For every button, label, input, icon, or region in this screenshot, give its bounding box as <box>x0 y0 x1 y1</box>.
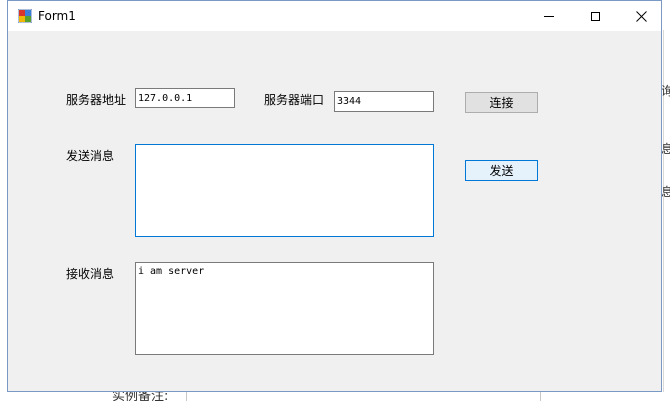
minimize-icon <box>544 15 554 17</box>
minimize-button[interactable] <box>526 1 572 31</box>
window-title: Form1 <box>38 9 76 23</box>
server-port-input[interactable] <box>334 91 434 112</box>
server-port-label: 服务器端口 <box>264 93 325 107</box>
close-button[interactable] <box>618 1 664 31</box>
background-divider <box>186 392 187 401</box>
maximize-icon <box>590 11 600 21</box>
background-right-text: 息 <box>661 185 670 199</box>
send-message-label: 发送消息 <box>66 149 115 163</box>
receive-message-textarea[interactable]: i am server <box>135 262 434 355</box>
background-right-text: 询 <box>661 84 670 98</box>
close-icon <box>635 10 647 22</box>
form-app-icon <box>18 9 32 23</box>
background-right-text: 息 <box>661 142 670 156</box>
send-button[interactable]: 发送 <box>465 160 538 181</box>
maximize-button[interactable] <box>572 1 618 31</box>
background-divider <box>540 392 541 401</box>
send-message-textarea[interactable] <box>135 144 434 237</box>
form1-window: Form1 服务器地址 服务器端口 连接 发送消息 发送 接收消息 i am s… <box>7 0 662 392</box>
server-address-input[interactable] <box>135 88 235 108</box>
connect-button[interactable]: 连接 <box>465 92 538 113</box>
receive-message-label: 接收消息 <box>66 267 115 281</box>
form-client-area: 服务器地址 服务器端口 连接 发送消息 发送 接收消息 i am server <box>8 31 661 391</box>
server-address-label: 服务器地址 <box>66 93 127 107</box>
title-bar[interactable]: Form1 <box>8 1 661 31</box>
